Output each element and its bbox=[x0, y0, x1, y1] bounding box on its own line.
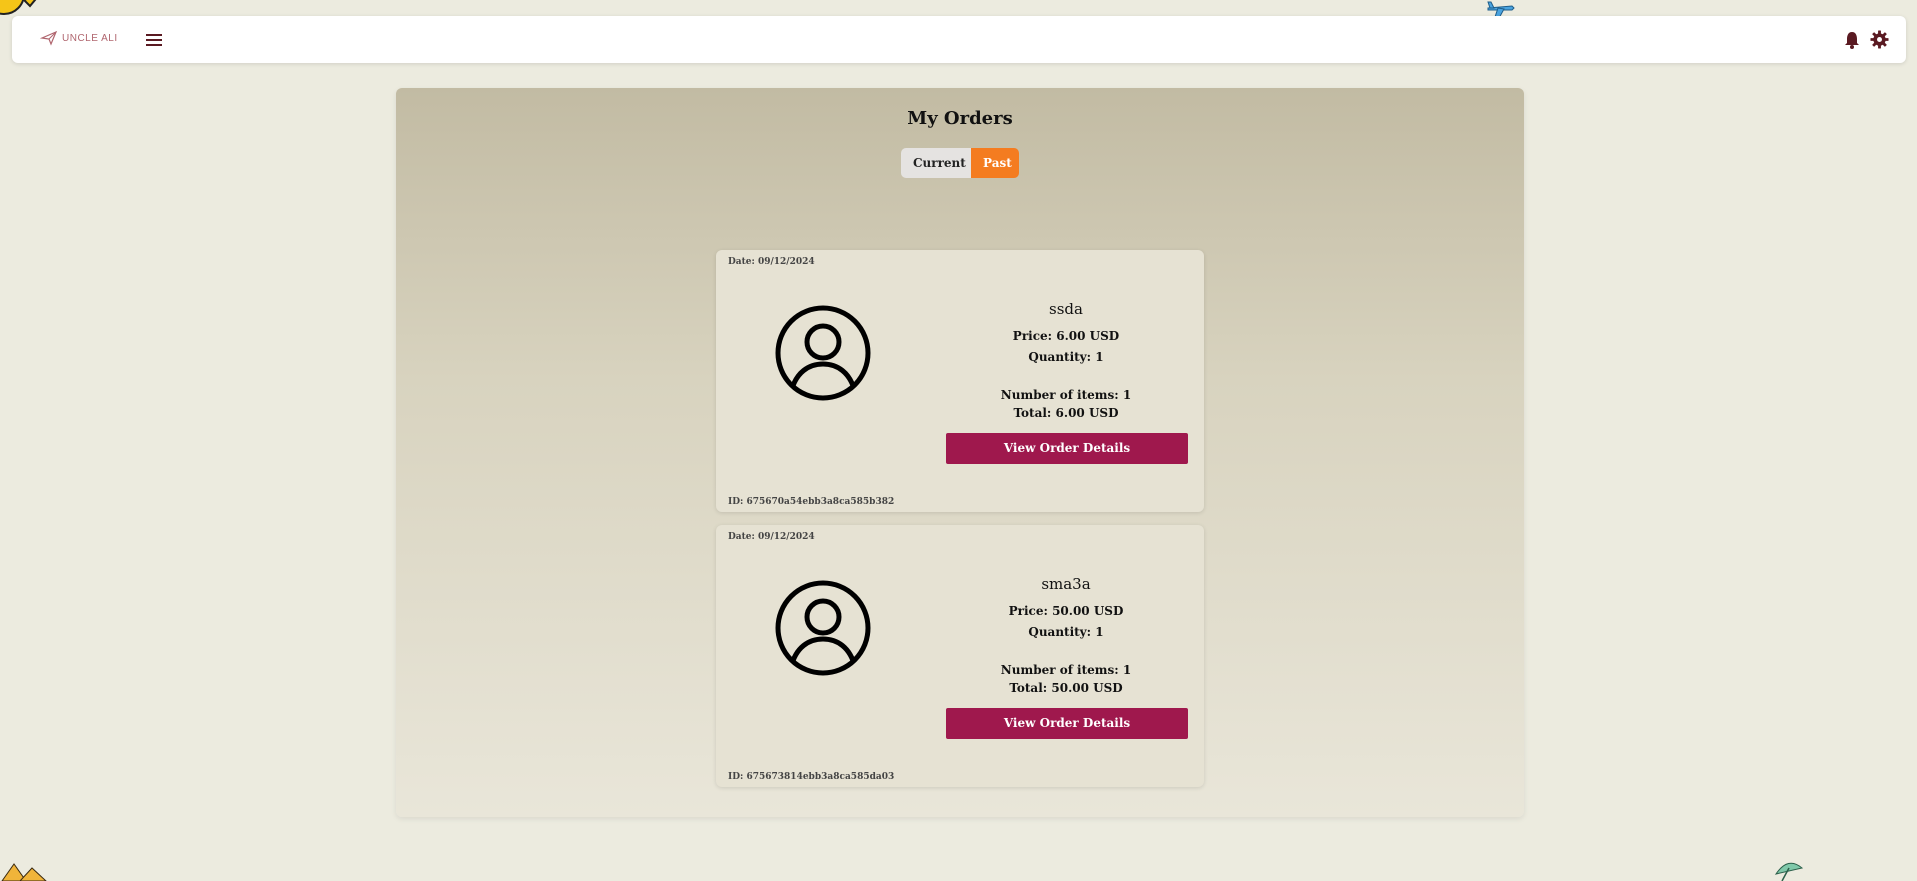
order-item-count: Number of items: 1 bbox=[1000, 663, 1132, 677]
order-tabs: Current Past bbox=[901, 148, 1019, 178]
order-card: Date: 09/12/2024 sma3a Price: 50.00 USD … bbox=[716, 525, 1204, 787]
user-avatar-icon bbox=[775, 305, 871, 401]
umbrella-decoration-icon bbox=[1774, 862, 1804, 881]
tab-current[interactable]: Current bbox=[901, 148, 971, 178]
view-order-details-button[interactable]: View Order Details bbox=[946, 433, 1188, 464]
tab-past[interactable]: Past bbox=[971, 148, 1019, 178]
product-price: Price: 6.00 USD bbox=[1012, 329, 1120, 343]
order-date: Date: 09/12/2024 bbox=[728, 532, 815, 542]
logo-text: UNCLE ALI bbox=[62, 32, 118, 44]
menu-icon[interactable] bbox=[146, 33, 162, 47]
order-card: Date: 09/12/2024 ssda Price: 6.00 USD Qu… bbox=[716, 250, 1204, 512]
product-name: sma3a bbox=[1041, 575, 1091, 593]
user-avatar-icon bbox=[775, 580, 871, 676]
order-id: ID: 675673814ebb3a8ca585da03 bbox=[728, 772, 895, 782]
view-order-details-button[interactable]: View Order Details bbox=[946, 708, 1188, 739]
bell-icon[interactable] bbox=[1844, 31, 1860, 49]
order-info: ssda Price: 6.00 USD Quantity: 1 Number … bbox=[946, 300, 1186, 422]
product-price: Price: 50.00 USD bbox=[1008, 604, 1124, 618]
page-title: My Orders bbox=[907, 108, 1013, 129]
order-info: sma3a Price: 50.00 USD Quantity: 1 Numbe… bbox=[946, 575, 1186, 697]
top-navbar: UNCLE ALI bbox=[12, 16, 1906, 63]
brand-logo[interactable]: UNCLE ALI bbox=[40, 30, 118, 46]
gear-icon[interactable] bbox=[1870, 30, 1889, 49]
plane-logo-icon bbox=[40, 30, 58, 46]
product-quantity: Quantity: 1 bbox=[1028, 350, 1104, 364]
orders-panel: My Orders Current Past Date: 09/12/2024 … bbox=[396, 88, 1524, 817]
order-item-count: Number of items: 1 bbox=[1000, 388, 1132, 402]
product-name: ssda bbox=[1049, 300, 1083, 318]
product-quantity: Quantity: 1 bbox=[1028, 625, 1104, 639]
order-date: Date: 09/12/2024 bbox=[728, 257, 815, 267]
pyramids-decoration-icon bbox=[1, 863, 47, 881]
order-total: Total: 50.00 USD bbox=[1009, 681, 1123, 695]
order-total: Total: 6.00 USD bbox=[1013, 406, 1119, 420]
order-id: ID: 675670a54ebb3a8ca585b382 bbox=[728, 497, 895, 507]
